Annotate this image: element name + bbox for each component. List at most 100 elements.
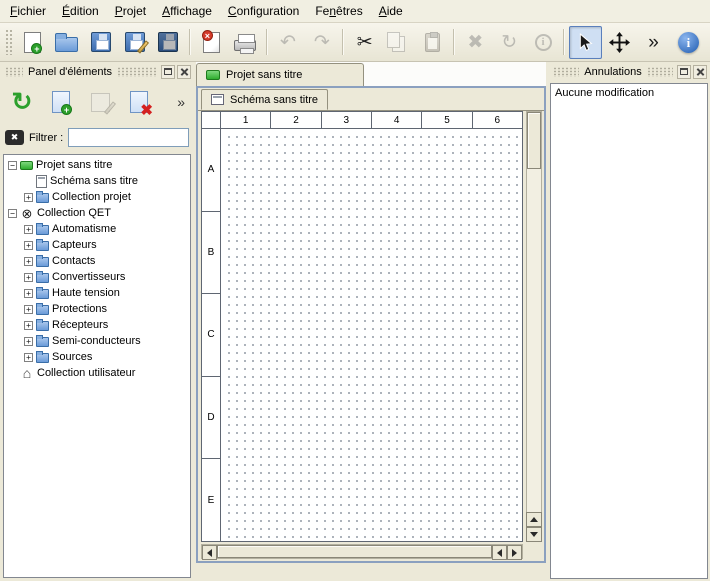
row-ruler: ABCDE: [202, 129, 221, 541]
toolbar-grip[interactable]: [5, 29, 12, 55]
about-button[interactable]: i: [672, 26, 705, 59]
close-panel-button[interactable]: [177, 65, 191, 79]
tree-item[interactable]: +Automatisme: [4, 221, 190, 237]
tree-item[interactable]: +Protections: [4, 301, 190, 317]
vscroll-thumb[interactable]: [527, 112, 541, 169]
copy-button[interactable]: [382, 26, 415, 59]
scroll-right-button[interactable]: [507, 545, 522, 560]
close-file-button[interactable]: ×: [195, 26, 228, 59]
tree-item[interactable]: +Capteurs: [4, 237, 190, 253]
column-label: 6: [473, 112, 522, 128]
tree-toggle[interactable]: −: [8, 161, 17, 170]
tree-item[interactable]: +Collection projet: [4, 189, 190, 205]
left-arrow-icon: [207, 549, 212, 557]
tree-toggle[interactable]: +: [24, 273, 33, 282]
select-tool-button[interactable]: [569, 26, 602, 59]
info-button[interactable]: i: [527, 26, 560, 59]
tree-item[interactable]: +Convertisseurs: [4, 269, 190, 285]
left-arrow-icon: [497, 549, 502, 557]
tree-item-label: Contacts: [52, 255, 95, 267]
clear-filter-icon[interactable]: [5, 130, 24, 145]
scroll-left-button-2[interactable]: [492, 545, 507, 560]
float-panel-button[interactable]: [677, 65, 691, 79]
tree-item[interactable]: −⊗Collection QET: [4, 205, 190, 221]
tree-toggle[interactable]: +: [24, 257, 33, 266]
paste-button[interactable]: [416, 26, 449, 59]
save-as-button[interactable]: [118, 26, 151, 59]
tree-item-label: Collection QET: [37, 207, 111, 219]
save-all-button[interactable]: [152, 26, 185, 59]
tab-schema[interactable]: Schéma sans titre: [201, 89, 328, 110]
menu-edition[interactable]: Édition: [54, 0, 107, 22]
tab-project[interactable]: Projet sans titre: [196, 63, 364, 86]
menu-aide[interactable]: Aide: [371, 0, 411, 22]
close-icon: [696, 67, 705, 76]
save-all-icon: [153, 27, 184, 58]
tree-item[interactable]: Schéma sans titre: [4, 173, 190, 189]
tree-item[interactable]: +Semi-conducteurs: [4, 333, 190, 349]
dock-grip[interactable]: [647, 67, 673, 77]
row-label: E: [202, 459, 220, 541]
tree-item[interactable]: + Contacts: [4, 253, 190, 269]
new-file-button[interactable]: +: [17, 26, 50, 59]
menu-fenetres[interactable]: Fenêtres: [307, 0, 370, 22]
edit-element-button[interactable]: [83, 85, 117, 119]
delete-element-button[interactable]: ✖: [122, 85, 156, 119]
tree-item[interactable]: ⌂Collection utilisateur: [4, 365, 190, 381]
tree-item[interactable]: +Haute tension: [4, 285, 190, 301]
filter-input[interactable]: [68, 128, 189, 147]
tree-toggle[interactable]: +: [24, 289, 33, 298]
close-icon: [180, 67, 189, 76]
save-button[interactable]: [84, 26, 117, 59]
tree-toggle[interactable]: +: [24, 193, 33, 202]
tree-toggle[interactable]: +: [24, 321, 33, 330]
new-element-button[interactable]: +: [44, 85, 78, 119]
dock-grip[interactable]: [5, 67, 23, 77]
schema-canvas[interactable]: 123456 ABCDE: [201, 111, 523, 542]
tree-toggle[interactable]: +: [24, 305, 33, 314]
elements-panel-titlebar[interactable]: Panel d'éléments: [0, 62, 194, 81]
tree-item[interactable]: +Récepteurs: [4, 317, 190, 333]
undo-history-list[interactable]: Aucune modification: [550, 83, 708, 579]
tree-toggle[interactable]: +: [24, 225, 33, 234]
reload-collections-button[interactable]: ↻: [5, 85, 39, 119]
panel-toolbar-overflow-button[interactable]: »: [173, 94, 189, 110]
delete-button[interactable]: ✖: [459, 26, 492, 59]
diagram-grid[interactable]: [222, 130, 522, 541]
hscroll-thumb[interactable]: [217, 545, 492, 558]
float-panel-button[interactable]: [161, 65, 175, 79]
redo-button[interactable]: ↷: [305, 26, 338, 59]
horizontal-scrollbar[interactable]: [201, 544, 523, 559]
menu-bar: FichierÉditionProjetAffichageConfigurati…: [0, 0, 710, 23]
tree-toggle[interactable]: +: [24, 241, 33, 250]
scroll-down-button[interactable]: [526, 527, 542, 542]
menu-fichier[interactable]: Fichier: [2, 0, 54, 22]
tree-item[interactable]: +Sources: [4, 349, 190, 365]
tree-toggle[interactable]: +: [24, 353, 33, 362]
tree-toggle[interactable]: −: [8, 209, 17, 218]
scroll-left-button[interactable]: [202, 545, 217, 560]
menu-projet[interactable]: Projet: [107, 0, 154, 22]
redo-icon: ↷: [306, 27, 337, 58]
vertical-scrollbar[interactable]: [526, 111, 542, 542]
menu-affichage[interactable]: Affichage: [154, 0, 220, 22]
element-tree: −Projet sans titreSchéma sans titre+Coll…: [3, 154, 191, 578]
rotate-button[interactable]: ↻: [493, 26, 526, 59]
toolbar-overflow-button[interactable]: »: [637, 26, 670, 59]
dock-grip[interactable]: [553, 67, 579, 77]
close-panel-button[interactable]: [693, 65, 707, 79]
folder-icon: [36, 321, 49, 331]
move-tool-button[interactable]: [603, 26, 636, 59]
tree-item-label: Projet sans titre: [36, 159, 112, 171]
tree-toggle[interactable]: +: [24, 337, 33, 346]
undo-panel-titlebar[interactable]: Annulations: [548, 62, 710, 81]
tree-item-label: Schéma sans titre: [50, 175, 138, 187]
menu-configuration[interactable]: Configuration: [220, 0, 307, 22]
print-button[interactable]: [229, 26, 262, 59]
undo-button[interactable]: ↶: [272, 26, 305, 59]
tree-item[interactable]: − Projet sans titre: [4, 157, 190, 173]
scroll-up-button[interactable]: [526, 512, 542, 527]
open-file-button[interactable]: [50, 26, 83, 59]
cut-button[interactable]: ✂: [348, 26, 381, 59]
dock-grip[interactable]: [117, 67, 157, 77]
